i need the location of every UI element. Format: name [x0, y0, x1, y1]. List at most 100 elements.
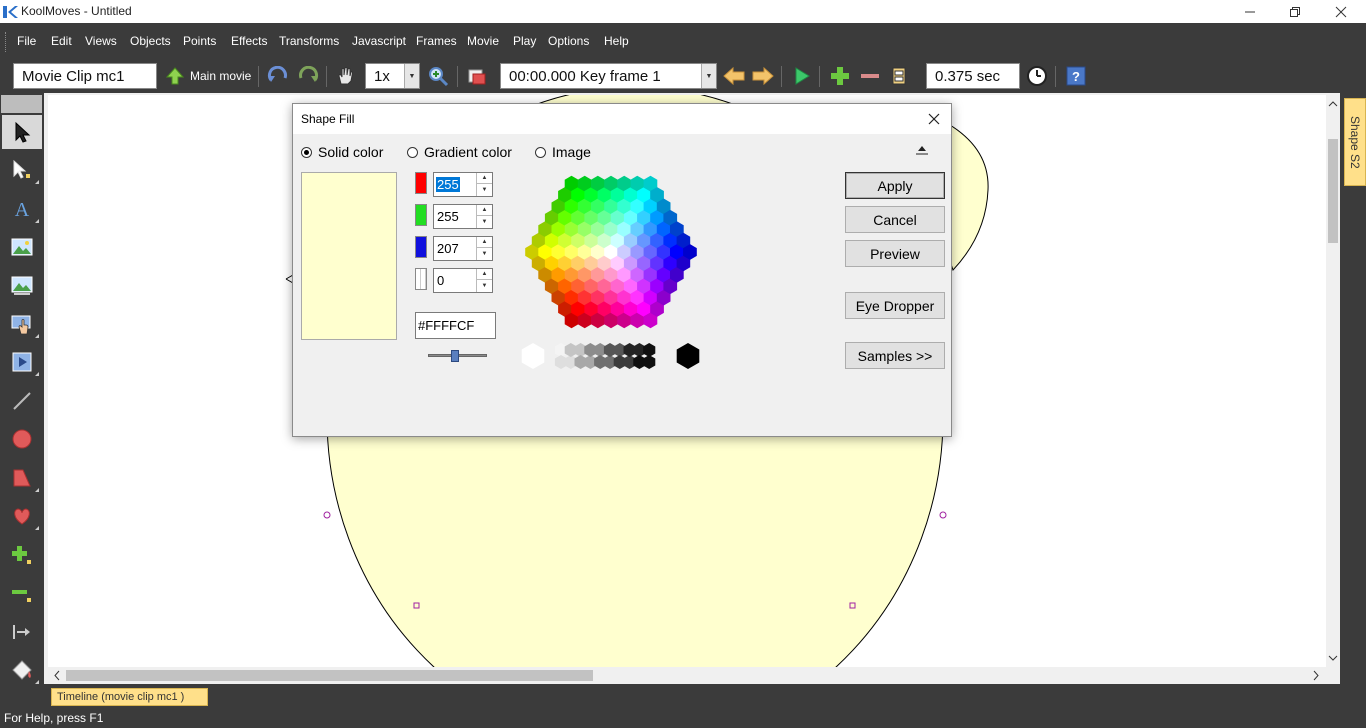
- apply-button[interactable]: Apply: [845, 172, 945, 199]
- heart-icon: [14, 508, 30, 525]
- menu-edit[interactable]: Edit: [51, 34, 72, 48]
- eye-dropper-button[interactable]: Eye Dropper: [845, 292, 945, 319]
- minimize-icon: [1245, 11, 1255, 12]
- horizontal-scrollbar[interactable]: [48, 667, 1326, 684]
- samples-button[interactable]: Samples >>: [845, 342, 945, 369]
- minimize-button[interactable]: [1227, 0, 1273, 23]
- palette-header: [1, 95, 42, 113]
- tool-palette: A: [0, 93, 44, 706]
- fill-tool[interactable]: [2, 653, 42, 687]
- timing-button[interactable]: [1025, 64, 1049, 88]
- next-frame-button[interactable]: [751, 64, 775, 88]
- shape-fill-dialog: Shape Fill Solid color Gradient color Im…: [292, 103, 952, 437]
- gray-cell[interactable]: [643, 343, 656, 357]
- zoom-select[interactable]: 1x ▼: [365, 63, 420, 89]
- cancel-button[interactable]: Cancel: [845, 206, 945, 233]
- connect-tool[interactable]: [2, 615, 42, 649]
- add-point-tool[interactable]: [2, 538, 42, 572]
- vertical-scroll-thumb[interactable]: [1328, 139, 1338, 243]
- menu-help[interactable]: Help: [604, 34, 629, 48]
- arrow-right-icon: [752, 67, 774, 85]
- frame-select[interactable]: 00:00.000 Key frame 1 ▼: [500, 63, 717, 89]
- scroll-down-icon[interactable]: [1326, 652, 1340, 664]
- dialog-close-button[interactable]: [923, 108, 945, 130]
- scroll-up-icon[interactable]: [1326, 98, 1340, 110]
- select-tool[interactable]: [2, 115, 42, 149]
- movie-clip-tool[interactable]: [2, 345, 42, 379]
- add-frame-button[interactable]: [828, 64, 852, 88]
- button-tool[interactable]: [2, 307, 42, 341]
- paint-bucket-icon: [12, 660, 32, 680]
- undo-button[interactable]: [266, 64, 290, 88]
- shape-panel-label: Shape S2: [1348, 115, 1362, 169]
- clock-icon: [1027, 66, 1047, 86]
- vertical-scrollbar[interactable]: [1326, 95, 1340, 667]
- scroll-right-icon[interactable]: [1310, 667, 1322, 684]
- main-movie-label[interactable]: Main movie: [190, 69, 251, 83]
- delete-point-tool[interactable]: [2, 576, 42, 610]
- menu-views[interactable]: Views: [85, 34, 117, 48]
- play-button[interactable]: [790, 64, 814, 88]
- menu-effects[interactable]: Effects: [231, 34, 267, 48]
- close-window-button[interactable]: [1318, 0, 1364, 23]
- frame-dropdown-arrow[interactable]: ▼: [701, 64, 716, 88]
- delete-frame-button[interactable]: [858, 64, 882, 88]
- color-hexagon-picker[interactable]: [293, 104, 713, 384]
- restore-button[interactable]: [1272, 0, 1318, 23]
- white-swatch[interactable]: [521, 343, 545, 369]
- bezier-handle[interactable]: [939, 511, 947, 519]
- menu-play[interactable]: Play: [513, 34, 536, 48]
- zoom-value: 1x: [374, 67, 390, 85]
- image-tool[interactable]: [2, 230, 42, 264]
- shape-tool[interactable]: [2, 461, 42, 495]
- menu-javascript[interactable]: Javascript: [352, 34, 406, 48]
- menu-file[interactable]: File: [17, 34, 36, 48]
- minus-icon: [861, 74, 879, 78]
- hand-tool-button[interactable]: [333, 64, 357, 88]
- menu-grip: [5, 32, 8, 52]
- menu-options[interactable]: Options: [548, 34, 589, 48]
- menu-objects[interactable]: Objects: [130, 34, 171, 48]
- previous-frame-button[interactable]: [722, 64, 746, 88]
- image-sequence-tool[interactable]: [2, 268, 42, 302]
- subselect-tool[interactable]: [2, 153, 42, 187]
- black-swatch[interactable]: [676, 343, 700, 369]
- scroll-left-icon[interactable]: [51, 667, 63, 684]
- arrow-pointer-icon: [15, 121, 31, 143]
- line-icon: [13, 392, 31, 410]
- collapse-button[interactable]: [913, 141, 931, 157]
- main-toolbar: Movie Clip mc1 Main movie 1x ▼ 00:00.000…: [0, 60, 1366, 93]
- menu-frames[interactable]: Frames: [416, 34, 457, 48]
- line-tool[interactable]: [2, 384, 42, 418]
- redo-button[interactable]: [296, 64, 320, 88]
- preview-button[interactable]: Preview: [845, 240, 945, 267]
- heart-shape-tool[interactable]: [2, 499, 42, 533]
- ellipse-tool[interactable]: [2, 422, 42, 456]
- bezier-handle[interactable]: [323, 511, 331, 519]
- onion-skin-button[interactable]: [465, 64, 489, 88]
- redo-icon: [299, 66, 319, 82]
- window-title: KoolMoves - Untitled: [21, 4, 132, 18]
- menu-movie[interactable]: Movie: [467, 34, 499, 48]
- zoom-dropdown-arrow[interactable]: ▼: [404, 64, 419, 88]
- text-a-icon: A: [15, 199, 30, 220]
- zoom-in-button[interactable]: [426, 64, 450, 88]
- gray-cell[interactable]: [643, 355, 656, 369]
- help-button[interactable]: ?: [1064, 64, 1088, 88]
- menu-points[interactable]: Points: [183, 34, 216, 48]
- frame-duration-field[interactable]: 0.375 sec: [926, 63, 1020, 89]
- shape-panel-tab[interactable]: Shape S2: [1344, 98, 1366, 186]
- menu-transforms[interactable]: Transforms: [279, 34, 339, 48]
- question-icon: ?: [1066, 66, 1086, 86]
- movie-clip-name-field[interactable]: Movie Clip mc1: [13, 63, 157, 89]
- main-movie-button[interactable]: [163, 64, 187, 88]
- add-point-icon: [12, 546, 31, 564]
- connect-arrow-icon: [13, 625, 30, 639]
- text-tool[interactable]: A: [2, 192, 42, 226]
- frame-properties-button[interactable]: [887, 64, 911, 88]
- timeline-tab[interactable]: Timeline (movie clip mc1 ): [51, 688, 208, 706]
- horizontal-scroll-thumb[interactable]: [66, 670, 593, 681]
- close-icon: [928, 113, 940, 125]
- up-arrow-icon: [165, 67, 185, 85]
- shape-icon: [13, 469, 31, 487]
